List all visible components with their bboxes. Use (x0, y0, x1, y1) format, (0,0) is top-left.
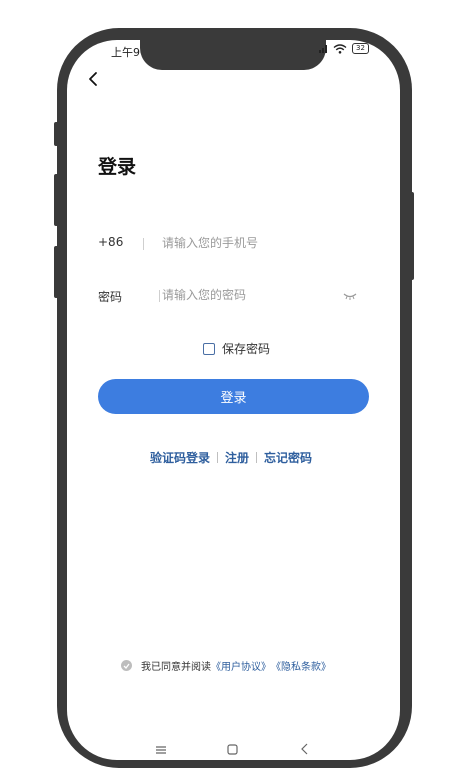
system-nav-bar (67, 740, 400, 760)
login-button[interactable]: 登录 (98, 379, 369, 414)
auth-links: 验证码登录 注册 忘记密码 (150, 449, 312, 466)
wifi-icon (333, 43, 347, 54)
link-divider (256, 452, 258, 463)
user-agreement-link[interactable]: 《用户协议》 (211, 658, 271, 673)
field-divider (143, 238, 144, 250)
country-code[interactable]: +86 (98, 235, 123, 249)
side-button (54, 246, 60, 298)
remember-label: 保存密码 (222, 342, 271, 356)
field-divider (159, 290, 160, 302)
side-button (54, 122, 60, 146)
back-icon[interactable] (300, 743, 310, 755)
password-label: 密码 (98, 290, 123, 304)
remember-password[interactable]: 保存密码 (203, 340, 270, 357)
side-button (54, 174, 60, 226)
check-circle-icon[interactable] (121, 660, 132, 671)
sms-login-link[interactable]: 验证码登录 (150, 449, 210, 466)
signal-icon (319, 44, 327, 53)
register-link[interactable]: 注册 (225, 449, 249, 466)
status-icons: 32 (319, 43, 369, 54)
power-button (408, 192, 414, 280)
privacy-policy-link[interactable]: 《隐私条款》 (271, 658, 331, 673)
back-arrow-icon[interactable] (85, 69, 103, 89)
battery-indicator: 32 (352, 43, 369, 54)
link-divider (217, 452, 219, 463)
menu-icon[interactable] (155, 746, 167, 754)
app-screen: 上午9 32 登录 +86 密码 保存密码 登录 验证码登录 注册 (67, 40, 400, 760)
forgot-password-link[interactable]: 忘记密码 (264, 449, 312, 466)
checkbox-icon[interactable] (203, 342, 215, 355)
page-title: 登录 (98, 156, 137, 178)
eye-closed-icon[interactable] (343, 292, 357, 300)
status-time: 上午9 (111, 46, 140, 59)
agreement: 我已同意并阅读 《用户协议》 《隐私条款》 (121, 658, 331, 673)
agreement-text: 我已同意并阅读 (141, 662, 211, 673)
camera-notch (140, 40, 326, 70)
phone-input[interactable] (162, 236, 332, 250)
password-input[interactable] (162, 288, 332, 302)
